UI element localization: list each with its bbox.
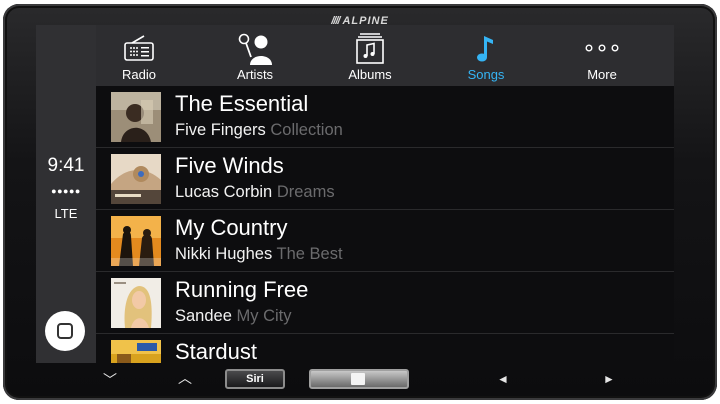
- tab-songs[interactable]: Songs: [436, 25, 536, 86]
- siri-button[interactable]: Siri: [225, 369, 285, 389]
- song-album: Dreams: [276, 183, 335, 201]
- song-row[interactable]: My Country Nikki Hughes The Best: [96, 210, 674, 272]
- song-artist: Nikki Hughes: [175, 245, 273, 263]
- tab-artists[interactable]: Artists: [205, 25, 305, 86]
- song-subtitle: Sandee My City: [175, 307, 291, 326]
- song-row[interactable]: Running Free Sandee My City: [96, 272, 674, 334]
- volume-knob[interactable]: [309, 369, 409, 389]
- song-row[interactable]: Five Winds Lucas Corbin Dreams: [96, 148, 674, 210]
- song-title: The Essential: [175, 91, 309, 116]
- tab-label: More: [587, 67, 617, 82]
- song-album: The Best: [276, 245, 343, 263]
- album-art: [111, 340, 161, 363]
- network-type: LTE: [54, 206, 78, 221]
- song-subtitle: Five Fingers Collection: [175, 121, 343, 140]
- volume-indicator: [351, 373, 365, 385]
- home-icon: [57, 323, 73, 339]
- tab-label: Songs: [467, 67, 505, 82]
- tab-albums[interactable]: Albums: [320, 25, 420, 86]
- tab-radio[interactable]: Radio: [89, 25, 189, 86]
- song-title: My Country: [175, 215, 288, 240]
- song-album: My City: [236, 307, 292, 325]
- tab-label: Radio: [122, 67, 156, 82]
- song-list: The Essential Five Fingers Collection Fi…: [96, 86, 674, 363]
- album-art: [111, 154, 161, 204]
- home-button[interactable]: [45, 311, 85, 351]
- signal-strength: ●●●●●: [51, 186, 81, 196]
- song-artist: Five Fingers: [175, 121, 266, 139]
- song-row[interactable]: Stardust: [96, 334, 674, 363]
- album-art: [111, 92, 161, 142]
- tab-bar: Radio Artists Albums Songs More: [96, 25, 674, 86]
- albums-icon: [350, 31, 390, 65]
- scroll-up-button[interactable]: ︿: [178, 368, 192, 388]
- tab-label: Artists: [236, 67, 274, 82]
- album-art: [111, 216, 161, 266]
- artist-icon: [235, 31, 275, 65]
- song-artist: Sandee: [175, 307, 232, 325]
- song-artist: Lucas Corbin: [175, 183, 273, 201]
- radio-icon: [119, 31, 159, 65]
- next-track-button[interactable]: ►: [603, 372, 615, 386]
- status-sidebar: 9:41 ●●●●● LTE: [36, 25, 96, 363]
- song-title: Running Free: [175, 277, 309, 302]
- more-icon: [582, 31, 622, 65]
- tab-more[interactable]: More: [552, 25, 652, 86]
- hardware-controls: ﹀ ︿ Siri ◄ ►: [0, 364, 720, 394]
- music-note-icon: [466, 31, 506, 65]
- song-album: Collection: [270, 121, 343, 139]
- album-art: [111, 278, 161, 328]
- song-title: Stardust: [175, 339, 257, 363]
- song-subtitle: Lucas Corbin Dreams: [175, 183, 335, 202]
- song-title: Five Winds: [175, 153, 284, 178]
- scroll-down-button[interactable]: ﹀: [103, 370, 117, 390]
- status-time: 9:41: [47, 155, 85, 176]
- song-row[interactable]: The Essential Five Fingers Collection: [96, 86, 674, 148]
- song-subtitle: Nikki Hughes The Best: [175, 245, 343, 264]
- carplay-screen: 9:41 ●●●●● LTE Radio Artists Albums Song…: [36, 25, 674, 363]
- tab-label: Albums: [348, 67, 392, 82]
- previous-track-button[interactable]: ◄: [497, 372, 509, 386]
